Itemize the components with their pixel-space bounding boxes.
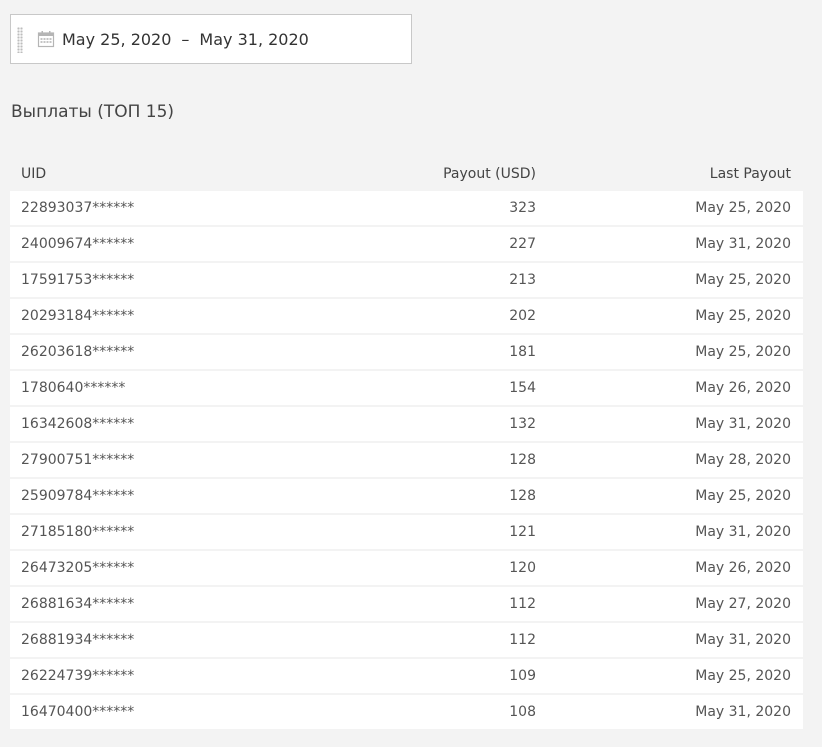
date-range-picker[interactable]: May 25, 2020 – May 31, 2020 (10, 14, 412, 64)
cell-payout: 121 (509, 524, 536, 540)
cell-uid: 22893037****** (21, 200, 135, 216)
cell-uid: 26473205****** (21, 560, 135, 576)
cell-payout: 202 (509, 308, 536, 324)
cell-payout: 112 (509, 596, 536, 612)
cell-last-payout: May 25, 2020 (695, 308, 791, 324)
cell-payout: 128 (509, 452, 536, 468)
cell-payout: 181 (509, 344, 536, 360)
section-title: Выплаты (ТОП 15) (11, 102, 175, 122)
cell-payout: 108 (509, 704, 536, 720)
table-row: 16342608****** 132 May 31, 2020 (10, 407, 803, 441)
cell-last-payout: May 26, 2020 (695, 380, 791, 396)
cell-last-payout: May 25, 2020 (695, 488, 791, 504)
calendar-icon (37, 31, 55, 48)
table-row: 26881634****** 112 May 27, 2020 (10, 587, 803, 621)
cell-last-payout: May 25, 2020 (695, 668, 791, 684)
table-row: 1780640****** 154 May 26, 2020 (10, 371, 803, 405)
date-range-text[interactable]: May 25, 2020 – May 31, 2020 (62, 29, 309, 51)
column-header-payout[interactable]: Payout (USD) (210, 166, 536, 182)
cell-uid: 26881634****** (21, 596, 135, 612)
cell-uid: 26881934****** (21, 632, 135, 648)
cell-uid: 26203618****** (21, 344, 135, 360)
cell-last-payout: May 31, 2020 (695, 416, 791, 432)
cell-uid: 16342608****** (21, 416, 135, 432)
cell-payout: 128 (509, 488, 536, 504)
table-row: 26203618****** 181 May 25, 2020 (10, 335, 803, 369)
table-row: 27185180****** 121 May 31, 2020 (10, 515, 803, 549)
table-row: 22893037****** 323 May 25, 2020 (10, 191, 803, 225)
table-row: 26881934****** 112 May 31, 2020 (10, 623, 803, 657)
cell-payout: 120 (509, 560, 536, 576)
cell-uid: 1780640****** (21, 380, 126, 396)
cell-payout: 154 (509, 380, 536, 396)
table-row: 25909784****** 128 May 25, 2020 (10, 479, 803, 513)
date-end: May 31, 2020 (199, 30, 309, 49)
table-body: 22893037****** 323 May 25, 2020 24009674***… (10, 191, 803, 729)
table-row: 26224739****** 109 May 25, 2020 (10, 659, 803, 693)
cell-last-payout: May 31, 2020 (695, 524, 791, 540)
cell-payout: 323 (509, 200, 536, 216)
table-row: 26473205****** 120 May 26, 2020 (10, 551, 803, 585)
table-row: 24009674****** 227 May 31, 2020 (10, 227, 803, 261)
cell-last-payout: May 25, 2020 (695, 200, 791, 216)
cell-last-payout: May 28, 2020 (695, 452, 791, 468)
table-row: 16470400****** 108 May 31, 2020 (10, 695, 803, 729)
cell-uid: 16470400****** (21, 704, 135, 720)
cell-uid: 27185180****** (21, 524, 135, 540)
cell-last-payout: May 26, 2020 (695, 560, 791, 576)
cell-payout: 213 (509, 272, 536, 288)
cell-payout: 132 (509, 416, 536, 432)
cell-uid: 20293184****** (21, 308, 135, 324)
cell-last-payout: May 31, 2020 (695, 704, 791, 720)
cell-last-payout: May 31, 2020 (695, 632, 791, 648)
payouts-table: UID Payout (USD) Last Payout 22893037***… (10, 156, 803, 731)
cell-payout: 227 (509, 236, 536, 252)
column-header-uid[interactable]: UID (10, 166, 210, 182)
cell-uid: 26224739****** (21, 668, 135, 684)
cell-last-payout: May 31, 2020 (695, 236, 791, 252)
cell-uid: 17591753****** (21, 272, 135, 288)
cell-uid: 25909784****** (21, 488, 135, 504)
drag-handle-icon[interactable] (17, 27, 23, 53)
column-header-last-payout[interactable]: Last Payout (536, 166, 791, 182)
cell-payout: 112 (509, 632, 536, 648)
cell-uid: 27900751****** (21, 452, 135, 468)
table-row: 17591753****** 213 May 25, 2020 (10, 263, 803, 297)
date-start: May 25, 2020 (62, 30, 172, 49)
cell-payout: 109 (509, 668, 536, 684)
table-row: 20293184****** 202 May 25, 2020 (10, 299, 803, 333)
cell-last-payout: May 25, 2020 (695, 344, 791, 360)
cell-uid: 24009674****** (21, 236, 135, 252)
table-row: 27900751****** 128 May 28, 2020 (10, 443, 803, 477)
date-separator: – (181, 30, 190, 49)
table-header: UID Payout (USD) Last Payout (10, 156, 803, 191)
cell-last-payout: May 27, 2020 (695, 596, 791, 612)
cell-last-payout: May 25, 2020 (695, 272, 791, 288)
